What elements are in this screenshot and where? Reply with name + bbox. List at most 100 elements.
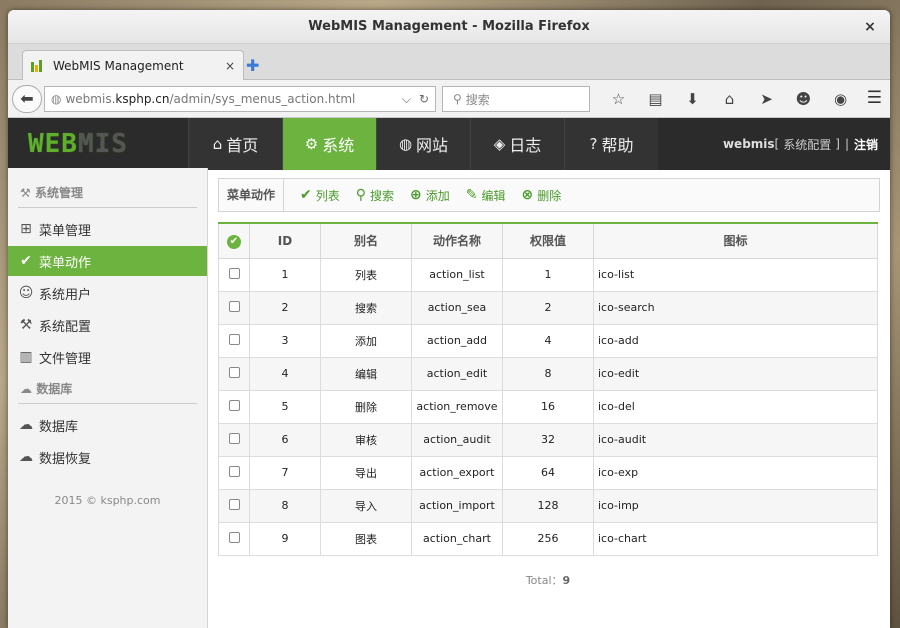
logo[interactable]: WEBMIS xyxy=(8,118,188,170)
cell-alias: 导出 xyxy=(320,455,412,490)
column-header[interactable]: 别名 xyxy=(320,223,412,259)
checkbox-icon[interactable] xyxy=(228,333,240,345)
checkbox-icon[interactable] xyxy=(228,399,240,411)
cloud-upload-icon: ☁ xyxy=(19,449,33,465)
table-row[interactable]: 6 审核 action_audit 32 ico-audit xyxy=(218,422,878,457)
sidebar-item-menu-actions[interactable]: ✔ 菜单动作 xyxy=(8,246,207,276)
search-icon: ⚲ xyxy=(453,92,462,106)
reading-list-icon[interactable]: ▤ xyxy=(637,88,674,110)
search-input[interactable]: ⚲ 搜索 xyxy=(442,86,590,112)
navigation-bar: ⬅ ◍ webmis. ksphp.cn/admin/sys_menus_acti… xyxy=(8,80,890,118)
config-link[interactable]: 系统配置 xyxy=(783,136,831,153)
checkbox-icon[interactable] xyxy=(228,498,240,510)
tab-close-icon[interactable]: × xyxy=(225,59,235,73)
home-icon[interactable]: ⌂ xyxy=(711,88,748,110)
column-header[interactable]: 动作名称 xyxy=(411,223,503,259)
row-checkbox[interactable] xyxy=(218,323,250,358)
username: webmis xyxy=(722,137,775,151)
cell-perm: 1 xyxy=(502,257,594,292)
nav-label: 网站 xyxy=(416,136,449,155)
sidebar-item-system-users[interactable]: ☺ 系统用户 xyxy=(8,278,207,308)
window-title: WebMIS Management - Mozilla Firefox xyxy=(308,19,590,34)
column-header[interactable]: 权限值 xyxy=(502,223,594,259)
column-header[interactable]: ID xyxy=(249,223,321,259)
sidebar-item-data-restore[interactable]: ☁ 数据恢复 xyxy=(8,442,207,472)
search-button[interactable]: ⚲ 搜索 xyxy=(356,187,394,204)
reload-icon[interactable]: ↻ xyxy=(419,92,429,107)
sidebar-item-system-config[interactable]: ⚒ 系统配置 xyxy=(8,310,207,340)
sidebar-item-file-manage[interactable]: ▥ 文件管理 xyxy=(8,342,207,372)
tab-strip: WebMIS Management × ✚ xyxy=(8,44,890,80)
tools-icon: ⚒ xyxy=(20,186,31,200)
row-checkbox[interactable] xyxy=(218,521,250,556)
check-circle-icon: ✔ xyxy=(20,253,32,269)
bookmark-star-icon[interactable]: ☆ xyxy=(600,88,637,110)
globe-icon: ◍ xyxy=(51,92,62,106)
cell-icon: ico-add xyxy=(593,323,878,358)
logout-link[interactable]: 注销 xyxy=(854,136,878,153)
checkbox-icon[interactable] xyxy=(228,300,240,312)
row-checkbox[interactable] xyxy=(218,422,250,457)
cell-perm: 32 xyxy=(502,422,594,457)
table-row[interactable]: 3 添加 action_add 4 ico-add xyxy=(218,323,878,358)
hamburger-menu-icon[interactable]: ☰ xyxy=(867,88,882,108)
row-checkbox[interactable] xyxy=(218,389,250,424)
back-arrow-icon[interactable]: ⬅ xyxy=(12,85,42,113)
nav-logs[interactable]: ◈ 日志 xyxy=(470,118,564,170)
dropdown-arrow-icon[interactable]: ⌵ xyxy=(402,92,411,107)
nav-website[interactable]: ◍ 网站 xyxy=(376,118,470,170)
add-button[interactable]: ⊕ 添加 xyxy=(410,187,450,204)
checkbox-icon[interactable] xyxy=(228,531,240,543)
cell-alias: 编辑 xyxy=(320,356,412,391)
checkbox-icon[interactable] xyxy=(228,366,240,378)
tab-label: WebMIS Management xyxy=(53,58,184,73)
table-row[interactable]: 7 导出 action_export 64 ico-exp xyxy=(218,455,878,490)
edit-button[interactable]: ✎ 编辑 xyxy=(466,187,506,204)
cell-id: 2 xyxy=(249,290,321,325)
cell-alias: 审核 xyxy=(320,422,412,457)
nav-system[interactable]: ⚙ 系统 xyxy=(282,118,376,170)
addon-icon[interactable]: ◉ xyxy=(822,88,859,110)
table-row[interactable]: 1 列表 action_list 1 ico-list xyxy=(218,257,878,292)
row-checkbox[interactable] xyxy=(218,257,250,292)
cell-alias: 添加 xyxy=(320,323,412,358)
table-row[interactable]: 9 图表 action_chart 256 ico-chart xyxy=(218,521,878,556)
window-close-icon[interactable]: × xyxy=(860,17,880,37)
row-checkbox[interactable] xyxy=(218,455,250,490)
select-all-checkbox[interactable]: ✔ xyxy=(218,223,250,259)
copyright: 2015 © ksphp.com xyxy=(54,494,161,507)
row-checkbox[interactable] xyxy=(218,488,250,523)
sidebar-item-database[interactable]: ☁ 数据库 xyxy=(8,410,207,440)
nav-label: 帮助 xyxy=(601,136,634,155)
list-button[interactable]: ✔ 列表 xyxy=(300,187,340,204)
delete-button[interactable]: ⊗ 删除 xyxy=(522,187,562,204)
table-row[interactable]: 8 导入 action_import 128 ico-imp xyxy=(218,488,878,523)
new-tab-icon[interactable]: ✚ xyxy=(246,56,259,75)
nav-help[interactable]: ? 帮助 xyxy=(564,118,658,170)
sidebar-item-label: 菜单管理 xyxy=(39,223,92,239)
row-checkbox[interactable] xyxy=(218,356,250,391)
chat-icon[interactable]: ☻ xyxy=(785,88,822,110)
checkbox-icon[interactable] xyxy=(228,432,240,444)
url-bar[interactable]: ◍ webmis. ksphp.cn/admin/sys_menus_action… xyxy=(44,86,436,112)
button-label: 列表 xyxy=(315,188,340,203)
download-icon[interactable]: ⬇ xyxy=(674,88,711,110)
checkbox-icon[interactable] xyxy=(228,465,240,477)
separator: | xyxy=(844,137,849,151)
row-checkbox[interactable] xyxy=(218,290,250,325)
column-header[interactable]: 图标 xyxy=(593,223,878,259)
search-placeholder: 搜索 xyxy=(465,92,490,107)
checkbox-icon[interactable] xyxy=(228,267,240,279)
nav-home[interactable]: ⌂ 首页 xyxy=(188,118,282,170)
sidebar-item-menu-manage[interactable]: ⊞ 菜单管理 xyxy=(8,214,207,244)
browser-window: WebMIS Management - Mozilla Firefox × We… xyxy=(8,10,890,628)
help-icon: ? xyxy=(589,135,598,153)
table-header-row: ✔ ID 别名 动作名称 权限值 图标 xyxy=(218,223,878,259)
table-row[interactable]: 2 搜索 action_sea 2 ico-search xyxy=(218,290,878,325)
browser-tab[interactable]: WebMIS Management × xyxy=(22,50,244,80)
wrench-icon: ⚒ xyxy=(19,317,33,333)
table-row[interactable]: 4 编辑 action_edit 8 ico-edit xyxy=(218,356,878,391)
send-icon[interactable]: ➤ xyxy=(748,88,785,110)
cloud-icon: ☁ xyxy=(20,382,32,396)
table-row[interactable]: 5 删除 action_remove 16 ico-del xyxy=(218,389,878,424)
